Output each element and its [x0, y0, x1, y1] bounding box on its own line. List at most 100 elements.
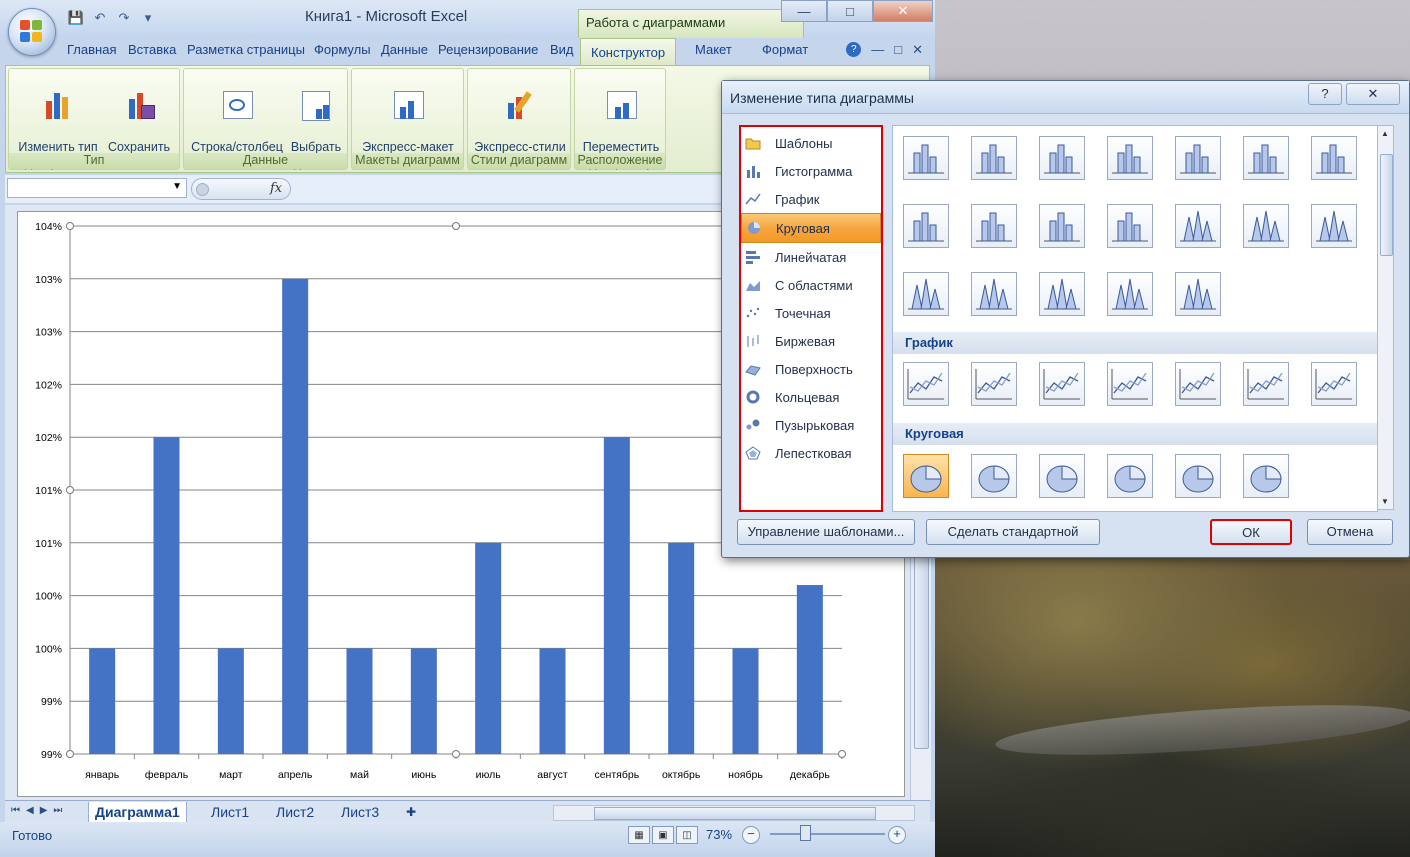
- minimize-button[interactable]: —: [781, 0, 827, 22]
- chart-subtype-col-6[interactable]: [1243, 136, 1289, 180]
- scroll-down-icon[interactable]: ▼: [1381, 497, 1389, 506]
- tab-insert[interactable]: Вставка: [128, 42, 176, 57]
- name-box-dropdown-icon[interactable]: ▼: [172, 181, 182, 192]
- insert-function-icon[interactable]: fx: [270, 181, 282, 196]
- chart-subtype-col-2[interactable]: [971, 136, 1017, 180]
- save-icon[interactable]: 💾: [66, 9, 86, 27]
- formula-expand-icon[interactable]: [196, 183, 209, 196]
- chart-subtype-line-25[interactable]: [1243, 362, 1289, 406]
- chart-type-surface[interactable]: Поверхность: [741, 355, 881, 383]
- chart-subtype-cone-15[interactable]: [903, 272, 949, 316]
- help-icon[interactable]: ?: [846, 42, 862, 57]
- zoom-out-icon[interactable]: −: [742, 826, 760, 844]
- chart-subtype-pie-27[interactable]: [903, 454, 949, 498]
- insert-sheet-icon[interactable]: ✚: [400, 802, 422, 822]
- chart-type-column[interactable]: Гистограмма: [741, 157, 881, 185]
- redo-icon[interactable]: ↷: [114, 9, 134, 27]
- chart-subtype-col-4[interactable]: [1107, 136, 1153, 180]
- dialog-help-button[interactable]: ?: [1308, 83, 1342, 105]
- zoom-level[interactable]: 73%: [706, 827, 732, 842]
- chart-subtype-col-8[interactable]: [903, 204, 949, 248]
- workbook-close-icon[interactable]: ✕: [912, 42, 923, 58]
- scroll-up-icon[interactable]: ▲: [1381, 129, 1389, 138]
- prev-sheet-icon[interactable]: ◀: [26, 805, 34, 816]
- page-layout-view-icon[interactable]: ▣: [652, 826, 674, 844]
- chart-subtype-pie-28[interactable]: [971, 454, 1017, 498]
- chart-subtype-col-5[interactable]: [1175, 136, 1221, 180]
- name-box[interactable]: ▼: [7, 178, 187, 198]
- tab-view[interactable]: Вид: [550, 42, 574, 57]
- chart-subtype-col-7[interactable]: [1311, 136, 1357, 180]
- chart-subtype-col-10[interactable]: [1039, 204, 1085, 248]
- cancel-button[interactable]: Отмена: [1307, 519, 1393, 545]
- tab-review[interactable]: Рецензирование: [438, 42, 538, 57]
- horizontal-scrollbar[interactable]: [553, 805, 915, 821]
- zoom-slider-track[interactable]: [770, 833, 885, 835]
- chart-type-bubble[interactable]: Пузырьковая: [741, 411, 881, 439]
- chart-subtype-line-24[interactable]: [1175, 362, 1221, 406]
- chart-subtype-cone-16[interactable]: [971, 272, 1017, 316]
- sheet-tab-sheet3[interactable]: Лист3: [335, 802, 385, 822]
- switch-row-column-button[interactable]: Строка/столбец: [188, 73, 286, 155]
- chart-subtype-line-23[interactable]: [1107, 362, 1153, 406]
- sheet-tab-sheet1[interactable]: Лист1: [205, 802, 255, 822]
- ok-button[interactable]: ОК: [1210, 519, 1292, 545]
- workbook-restore-icon[interactable]: □: [894, 42, 902, 58]
- chart-type-bar[interactable]: Линейчатая: [741, 243, 881, 271]
- tab-data[interactable]: Данные: [381, 42, 428, 57]
- office-button[interactable]: [8, 8, 56, 56]
- undo-icon[interactable]: ↶: [90, 9, 110, 27]
- chart-subtype-col-9[interactable]: [971, 204, 1017, 248]
- manage-templates-button[interactable]: Управление шаблонами...: [737, 519, 915, 545]
- close-window-button[interactable]: ✕: [873, 0, 933, 22]
- chart-subtype-col-11[interactable]: [1107, 204, 1153, 248]
- chart-subtype-line-20[interactable]: [903, 362, 949, 406]
- chart-subtype-col-3[interactable]: [1039, 136, 1085, 180]
- chart-subtype-cone-18[interactable]: [1107, 272, 1153, 316]
- last-sheet-icon[interactable]: ⏭: [53, 805, 62, 816]
- normal-view-icon[interactable]: ▦: [628, 826, 650, 844]
- chart-subtype-cone-13[interactable]: [1243, 204, 1289, 248]
- maximize-button[interactable]: □: [827, 0, 873, 22]
- gallery-scroll-thumb[interactable]: [1380, 154, 1393, 256]
- workbook-minimize-icon[interactable]: —: [871, 42, 884, 58]
- chart-type-radar[interactable]: Лепестковая: [741, 439, 881, 467]
- chart-type-area[interactable]: С областями: [741, 271, 881, 299]
- chart-subtype-cone-14[interactable]: [1311, 204, 1357, 248]
- qat-more-icon[interactable]: ▾: [138, 9, 158, 27]
- chart-subtype-cone-12[interactable]: [1175, 204, 1221, 248]
- tab-design[interactable]: Конструктор: [580, 38, 677, 65]
- chart-type-line[interactable]: График: [741, 185, 881, 213]
- tab-layout[interactable]: Макет: [695, 42, 732, 57]
- first-sheet-icon[interactable]: ⏮: [11, 805, 20, 816]
- zoom-slider-thumb[interactable]: [800, 825, 811, 841]
- chart-type-scatter[interactable]: Точечная: [741, 299, 881, 327]
- chart-type-stock[interactable]: Биржевая: [741, 327, 881, 355]
- tab-formulas[interactable]: Формулы: [314, 42, 371, 57]
- chart-subtype-line-26[interactable]: [1311, 362, 1357, 406]
- chart-type-pie[interactable]: Круговая: [741, 213, 881, 243]
- next-sheet-icon[interactable]: ▶: [40, 805, 48, 816]
- chart-subtype-pie-29[interactable]: [1039, 454, 1085, 498]
- chart-subtype-cone-17[interactable]: [1039, 272, 1085, 316]
- zoom-in-icon[interactable]: +: [888, 826, 906, 844]
- sheet-tab-chart1[interactable]: Диаграмма1: [88, 802, 187, 823]
- chart-subtype-pie-31[interactable]: [1175, 454, 1221, 498]
- chart-type-doughnut[interactable]: Кольцевая: [741, 383, 881, 411]
- tab-home[interactable]: Главная: [67, 42, 116, 57]
- tab-page-layout[interactable]: Разметка страницы: [187, 42, 305, 57]
- set-as-default-button[interactable]: Сделать стандартной: [926, 519, 1100, 545]
- horizontal-scroll-thumb[interactable]: [594, 807, 876, 820]
- chart-subtype-cone-19[interactable]: [1175, 272, 1221, 316]
- page-break-view-icon[interactable]: ◫: [676, 826, 698, 844]
- tab-format[interactable]: Формат: [762, 42, 808, 57]
- chart-type-templates[interactable]: Шаблоны: [741, 129, 881, 157]
- sheet-tab-sheet2[interactable]: Лист2: [270, 802, 320, 822]
- chart-subtype-pie-30[interactable]: [1107, 454, 1153, 498]
- chart-subtype-line-21[interactable]: [971, 362, 1017, 406]
- chart-subtype-col-1[interactable]: [903, 136, 949, 180]
- chart-subtype-pie-32[interactable]: [1243, 454, 1289, 498]
- gallery-scrollbar[interactable]: ▲ ▼: [1377, 125, 1394, 510]
- chart-subtype-line-22[interactable]: [1039, 362, 1085, 406]
- dialog-close-button[interactable]: ✕: [1346, 83, 1400, 105]
